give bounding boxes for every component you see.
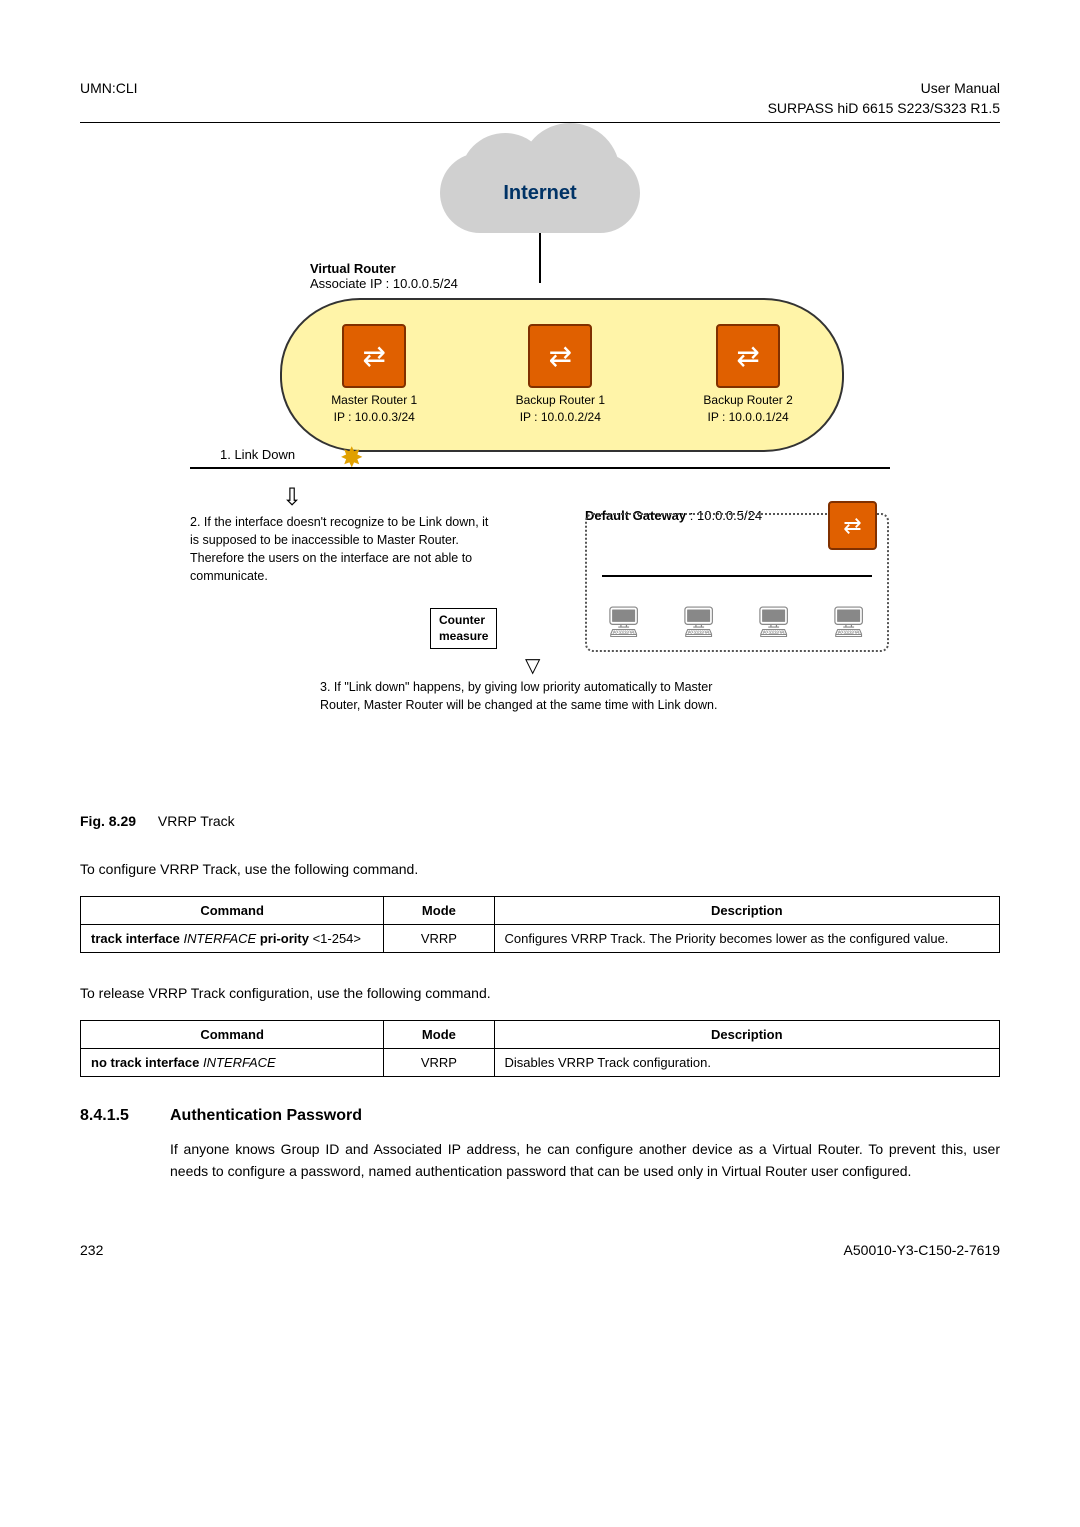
th-mode: Mode bbox=[384, 897, 494, 925]
vrrp-diagram: Internet Virtual Router Associate IP : 1… bbox=[190, 153, 890, 793]
header-right-2: SURPASS hiD 6615 S223/S323 R1.5 bbox=[80, 100, 1000, 116]
header-right-1: User Manual bbox=[921, 80, 1000, 96]
pc-icon bbox=[830, 605, 870, 645]
command-table-2: Command Mode Description no track interf… bbox=[80, 1020, 1000, 1077]
horizontal-wire bbox=[190, 467, 890, 469]
section-body: If anyone knows Group ID and Associated … bbox=[170, 1139, 1000, 1182]
td-description: Disables VRRP Track configuration. bbox=[494, 1049, 999, 1077]
table-row: track interface INTERFACE pri-ority <1-2… bbox=[81, 925, 1000, 953]
router-ip: IP : 10.0.0.2/24 bbox=[516, 409, 605, 426]
gateway-router-icon bbox=[828, 501, 877, 550]
table-row: no track interface INTERFACE VRRP Disabl… bbox=[81, 1049, 1000, 1077]
pc-row bbox=[587, 605, 887, 645]
figure-number: Fig. 8.29 bbox=[80, 813, 136, 829]
th-command: Command bbox=[81, 897, 384, 925]
section-number: 8.4.1.5 bbox=[80, 1107, 170, 1125]
section-heading: 8.4.1.5 Authentication Password bbox=[80, 1107, 1000, 1125]
note-3: 3. If "Link down" happens, by giving low… bbox=[320, 678, 720, 714]
router-name: Backup Router 1 bbox=[516, 392, 605, 409]
lan-box bbox=[585, 513, 889, 652]
cmd-kw: track interface bbox=[91, 931, 184, 946]
arrow-down-icon: ⇩ bbox=[282, 483, 302, 512]
paragraph-2: To release VRRP Track configuration, use… bbox=[80, 983, 1000, 1004]
th-description: Description bbox=[494, 897, 999, 925]
virtual-router-ip: Associate IP : 10.0.0.5/24 bbox=[310, 276, 458, 291]
router-icon bbox=[528, 324, 592, 388]
router-name: Backup Router 2 bbox=[703, 392, 792, 409]
cmd-param: INTERFACE bbox=[184, 931, 257, 946]
th-mode: Mode bbox=[384, 1021, 494, 1049]
internet-cloud-icon: Internet bbox=[440, 153, 640, 233]
td-mode: VRRP bbox=[384, 925, 494, 953]
pc-icon bbox=[605, 605, 645, 645]
th-command: Command bbox=[81, 1021, 384, 1049]
pc-icon bbox=[755, 605, 795, 645]
figure-caption: Fig. 8.29 VRRP Track bbox=[80, 813, 1000, 829]
arrow-down-icon: ▽ bbox=[525, 653, 540, 678]
th-description: Description bbox=[494, 1021, 999, 1049]
virtual-router-label: Virtual Router Associate IP : 10.0.0.5/2… bbox=[310, 261, 458, 291]
table-header-row: Command Mode Description bbox=[81, 897, 1000, 925]
td-command: track interface INTERFACE pri-ority <1-2… bbox=[81, 925, 384, 953]
counter-l1: Counter bbox=[439, 613, 485, 627]
link-down-row: 1. Link Down ✸ bbox=[190, 453, 890, 483]
counter-l2: measure bbox=[439, 629, 488, 643]
router-ip: IP : 10.0.0.3/24 bbox=[331, 409, 417, 426]
cloud-to-vr-line bbox=[539, 233, 541, 283]
td-description: Configures VRRP Track. The Priority beco… bbox=[494, 925, 999, 953]
internet-label: Internet bbox=[503, 182, 576, 204]
figure-title: VRRP Track bbox=[158, 813, 235, 829]
backup-router-1: Backup Router 1 IP : 10.0.0.2/24 bbox=[516, 324, 605, 426]
document-number: A50010-Y3-C150-2-7619 bbox=[844, 1242, 1000, 1258]
lan-wire bbox=[602, 575, 872, 577]
pc-icon bbox=[680, 605, 720, 645]
virtual-router-group: Master Router 1 IP : 10.0.0.3/24 Backup … bbox=[280, 298, 844, 452]
virtual-router-label-b: Virtual Router bbox=[310, 261, 396, 276]
page-footer: 232 A50010-Y3-C150-2-7619 bbox=[80, 1242, 1000, 1258]
paragraph-1: To configure VRRP Track, use the followi… bbox=[80, 859, 1000, 880]
router-icon bbox=[342, 324, 406, 388]
td-command: no track interface INTERFACE bbox=[81, 1049, 384, 1077]
backup-router-2: Backup Router 2 IP : 10.0.0.1/24 bbox=[703, 324, 792, 426]
command-table-1: Command Mode Description track interface… bbox=[80, 896, 1000, 953]
page: UMN:CLI User Manual SURPASS hiD 6615 S22… bbox=[0, 0, 1080, 1298]
cmd-kw: no track interface bbox=[91, 1055, 203, 1070]
master-router-1: Master Router 1 IP : 10.0.0.3/24 bbox=[331, 324, 417, 426]
cmd-range: <1-254> bbox=[313, 931, 361, 946]
note-2: 2. If the interface doesn't recognize to… bbox=[190, 513, 490, 586]
counter-measure-box: Counter measure bbox=[430, 608, 497, 649]
cmd-kw: pri-ority bbox=[256, 931, 312, 946]
header-rule bbox=[80, 122, 1000, 123]
router-ip: IP : 10.0.0.1/24 bbox=[703, 409, 792, 426]
header-left: UMN:CLI bbox=[80, 80, 138, 96]
page-header: UMN:CLI User Manual bbox=[80, 80, 1000, 96]
table-header-row: Command Mode Description bbox=[81, 1021, 1000, 1049]
td-mode: VRRP bbox=[384, 1049, 494, 1077]
cmd-param: INTERFACE bbox=[203, 1055, 276, 1070]
link-down-label: 1. Link Down bbox=[220, 447, 295, 462]
section-title: Authentication Password bbox=[170, 1107, 362, 1125]
router-icon bbox=[716, 324, 780, 388]
router-name: Master Router 1 bbox=[331, 392, 417, 409]
page-number: 232 bbox=[80, 1242, 103, 1258]
